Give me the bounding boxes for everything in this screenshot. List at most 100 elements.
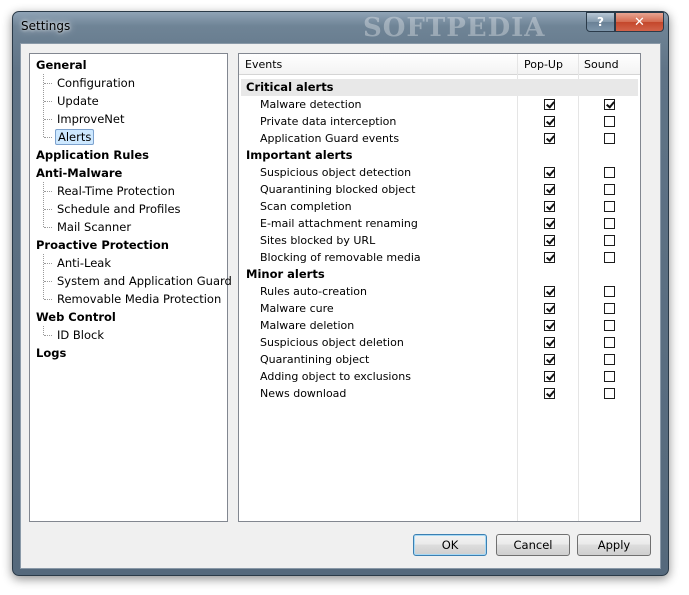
alert-row[interactable]: News download bbox=[239, 385, 640, 402]
tree-item-mail-scanner[interactable]: Mail Scanner bbox=[30, 218, 227, 236]
tree-item-system-and-application-guard[interactable]: System and Application Guard bbox=[30, 272, 232, 290]
alert-label: Malware deletion bbox=[260, 319, 355, 332]
alert-label: Suspicious object deletion bbox=[260, 336, 404, 349]
tree-item-label: ImproveNet bbox=[57, 112, 125, 126]
tree-item-label: System and Application Guard bbox=[57, 274, 232, 288]
close-button[interactable]: ✕ bbox=[615, 12, 664, 32]
tree-category-application-rules[interactable]: Application Rules bbox=[30, 146, 227, 164]
tree-item-improvenet[interactable]: ImproveNet bbox=[30, 110, 227, 128]
popup-checkbox[interactable] bbox=[544, 337, 555, 348]
tree-item-real-time-protection[interactable]: Real-Time Protection bbox=[30, 182, 227, 200]
alert-row[interactable]: Private data interception bbox=[239, 113, 640, 130]
popup-checkbox[interactable] bbox=[544, 303, 555, 314]
popup-checkbox[interactable] bbox=[544, 354, 555, 365]
tree-item-label: Schedule and Profiles bbox=[57, 202, 181, 216]
settings-window: SOFTPEDIA Settings ? ✕ General Configurat… bbox=[12, 11, 669, 576]
sound-checkbox[interactable] bbox=[604, 303, 615, 314]
popup-checkbox[interactable] bbox=[544, 388, 555, 399]
sound-checkbox[interactable] bbox=[604, 133, 615, 144]
popup-checkbox[interactable] bbox=[544, 116, 555, 127]
alert-row[interactable]: Scan completion bbox=[239, 198, 640, 215]
popup-checkbox[interactable] bbox=[544, 286, 555, 297]
sound-checkbox[interactable] bbox=[604, 371, 615, 382]
sound-checkbox[interactable] bbox=[604, 235, 615, 246]
column-header-events[interactable]: Events bbox=[245, 54, 282, 75]
alert-label: Private data interception bbox=[260, 115, 397, 128]
alert-row[interactable]: Application Guard events bbox=[239, 130, 640, 147]
popup-checkbox[interactable] bbox=[544, 184, 555, 195]
alert-row[interactable]: Quarantining blocked object bbox=[239, 181, 640, 198]
sound-checkbox[interactable] bbox=[604, 286, 615, 297]
sound-checkbox[interactable] bbox=[604, 116, 615, 127]
alert-label: News download bbox=[260, 387, 347, 400]
popup-checkbox[interactable] bbox=[544, 218, 555, 229]
popup-checkbox[interactable] bbox=[544, 235, 555, 246]
alert-label: Application Guard events bbox=[260, 132, 400, 145]
popup-checkbox[interactable] bbox=[544, 99, 555, 110]
alert-row[interactable]: E-mail attachment renaming bbox=[239, 215, 640, 232]
sound-checkbox[interactable] bbox=[604, 99, 615, 110]
tree-category-general[interactable]: General bbox=[30, 56, 227, 74]
tree-category-proactive-protection[interactable]: Proactive Protection bbox=[30, 236, 227, 254]
alert-label: E-mail attachment renaming bbox=[260, 217, 418, 230]
alert-label: Rules auto-creation bbox=[260, 285, 368, 298]
sound-checkbox[interactable] bbox=[604, 337, 615, 348]
tree-item-schedule-and-profiles[interactable]: Schedule and Profiles bbox=[30, 200, 227, 218]
alert-row[interactable]: Rules auto-creation bbox=[239, 283, 640, 300]
sound-checkbox[interactable] bbox=[604, 320, 615, 331]
tree-item-update[interactable]: Update bbox=[30, 92, 227, 110]
tree-item-removable-media-protection[interactable]: Removable Media Protection bbox=[30, 290, 227, 308]
softpedia-watermark: SOFTPEDIA bbox=[363, 13, 546, 43]
dialog-client-area: General Configuration Update ImproveNet Aler… bbox=[20, 43, 661, 569]
column-header-sound[interactable]: Sound bbox=[584, 54, 619, 75]
alert-row[interactable]: Suspicious object deletion bbox=[239, 334, 640, 351]
tree-item-anti-leak[interactable]: Anti-Leak bbox=[30, 254, 227, 272]
alert-row[interactable]: Adding object to exclusions bbox=[239, 368, 640, 385]
popup-checkbox[interactable] bbox=[544, 133, 555, 144]
sound-checkbox[interactable] bbox=[604, 388, 615, 399]
tree-category-web-control[interactable]: Web Control bbox=[30, 308, 227, 326]
alert-row[interactable]: Malware deletion bbox=[239, 317, 640, 334]
ok-button[interactable]: OK bbox=[413, 534, 487, 556]
tree-item-id-block[interactable]: ID Block bbox=[30, 326, 227, 344]
sound-checkbox[interactable] bbox=[604, 184, 615, 195]
tree-group: Logs bbox=[30, 344, 227, 362]
alert-row[interactable]: Suspicious object detection bbox=[239, 164, 640, 181]
help-button[interactable]: ? bbox=[586, 12, 615, 32]
settings-tree[interactable]: General Configuration Update ImproveNet Aler… bbox=[29, 53, 232, 522]
alert-group-header: Minor alerts bbox=[246, 267, 325, 281]
sound-checkbox[interactable] bbox=[604, 201, 615, 212]
tree-category-anti-malware[interactable]: Anti-Malware bbox=[30, 164, 227, 182]
popup-checkbox[interactable] bbox=[544, 201, 555, 212]
alert-label: Quarantining object bbox=[260, 353, 370, 366]
sound-checkbox[interactable] bbox=[604, 167, 615, 178]
alerts-list[interactable]: Events Pop-Up Sound Critical alerts Malwa… bbox=[238, 53, 641, 522]
column-header-popup[interactable]: Pop-Up bbox=[524, 54, 563, 75]
title-bar[interactable]: SOFTPEDIA Settings ? ✕ bbox=[13, 12, 668, 43]
tree-item-configuration[interactable]: Configuration bbox=[30, 74, 227, 92]
list-header: Events Pop-Up Sound bbox=[239, 54, 640, 75]
alert-row[interactable]: Quarantining object bbox=[239, 351, 640, 368]
popup-checkbox[interactable] bbox=[544, 371, 555, 382]
alert-label: Malware detection bbox=[260, 98, 362, 111]
tree-item-alerts[interactable]: Alerts bbox=[30, 128, 227, 146]
close-icon: ✕ bbox=[634, 14, 645, 30]
alert-row[interactable]: Blocking of removable media bbox=[239, 249, 640, 266]
alert-row[interactable]: Sites blocked by URL bbox=[239, 232, 640, 249]
alert-group-header: Important alerts bbox=[246, 148, 353, 162]
alert-row[interactable]: Malware detection bbox=[239, 96, 640, 113]
cancel-button[interactable]: Cancel bbox=[496, 534, 570, 556]
alert-row[interactable]: Malware cure bbox=[239, 300, 640, 317]
popup-checkbox[interactable] bbox=[544, 252, 555, 263]
sound-checkbox[interactable] bbox=[604, 218, 615, 229]
tree-children: Configuration Update ImproveNet Alerts bbox=[30, 74, 227, 146]
sound-checkbox[interactable] bbox=[604, 252, 615, 263]
sound-checkbox[interactable] bbox=[604, 354, 615, 365]
alert-label: Sites blocked by URL bbox=[260, 234, 376, 247]
tree-category-logs[interactable]: Logs bbox=[30, 344, 227, 362]
tree-children: Anti-Leak System and Application Guard Rem… bbox=[30, 254, 232, 308]
popup-checkbox[interactable] bbox=[544, 320, 555, 331]
tree-children: ID Block bbox=[30, 326, 227, 344]
apply-button[interactable]: Apply bbox=[577, 534, 651, 556]
popup-checkbox[interactable] bbox=[544, 167, 555, 178]
